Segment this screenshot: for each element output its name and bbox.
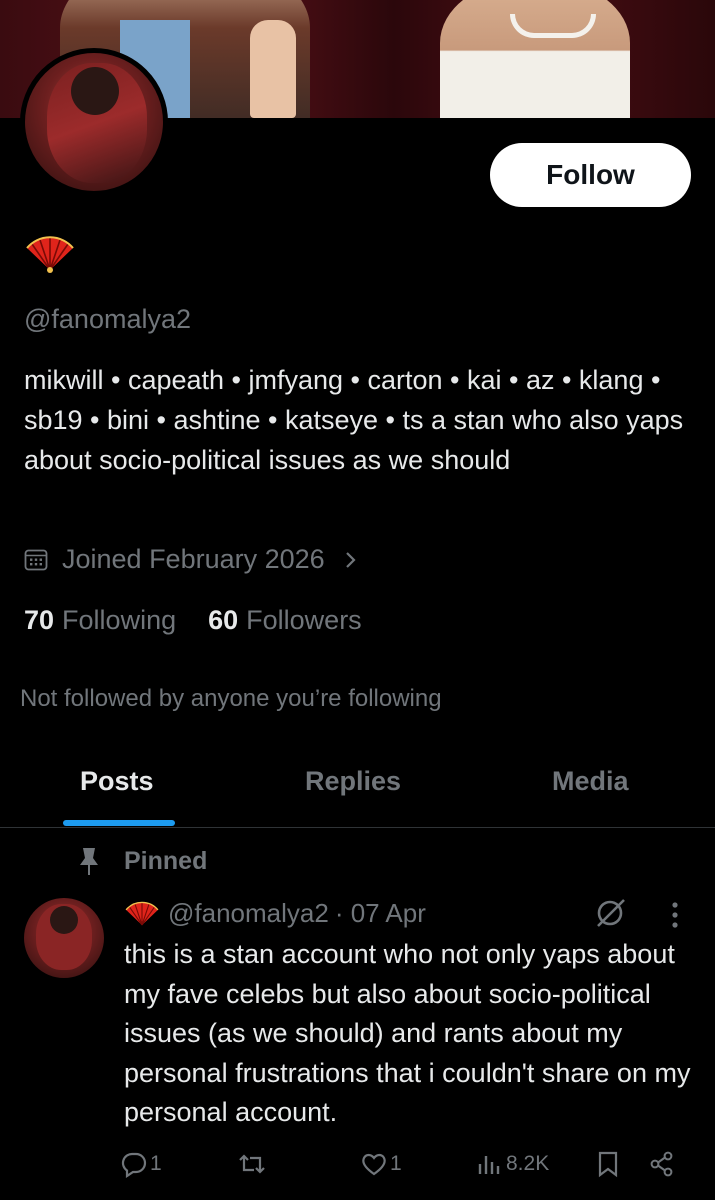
reply-count: 1: [150, 1152, 162, 1175]
not-followed-text: Not followed by anyone you’re following: [20, 685, 442, 712]
tab-posts[interactable]: Posts: [80, 766, 154, 797]
profile-handle: @fanomalya2: [24, 304, 191, 334]
post-text: this is a stan account who not only yaps…: [124, 939, 691, 1127]
active-tab-indicator: [63, 820, 175, 826]
tab-replies[interactable]: Replies: [305, 766, 401, 797]
reply-button[interactable]: 1: [120, 1150, 162, 1178]
calendar-icon: [24, 549, 48, 570]
post-header: @fanomalya2 · 07 Apr: [124, 898, 426, 929]
pinned-label: Pinned: [124, 846, 208, 875]
followers-count: 60: [208, 605, 239, 635]
repost-button[interactable]: [238, 1150, 268, 1178]
follow-stats: 70 Following 60 Followers: [24, 605, 394, 636]
grok-icon[interactable]: [594, 896, 628, 930]
tab-media[interactable]: Media: [552, 766, 629, 797]
like-count: 1: [390, 1152, 402, 1175]
chevron-right-icon: [345, 551, 356, 568]
bookmark-icon: [598, 1151, 618, 1178]
following-label: Following: [62, 605, 177, 635]
author-fan-icon: [125, 901, 159, 925]
profile-tabs: Posts Replies Media: [0, 740, 715, 828]
joined-label: Joined February 2026: [62, 544, 325, 574]
followers-link[interactable]: 60 Followers: [208, 605, 362, 636]
joined-date-row[interactable]: Joined February 2026: [24, 544, 359, 575]
share-button[interactable]: [648, 1150, 678, 1178]
post-date[interactable]: · 07 Apr: [335, 898, 426, 929]
heart-icon: [362, 1153, 386, 1176]
views-button[interactable]: 8.2K: [476, 1150, 549, 1178]
follow-button[interactable]: Follow: [490, 143, 691, 207]
banner-peace-hand: [250, 20, 296, 118]
bookmark-button[interactable]: [594, 1150, 624, 1178]
post-author-handle[interactable]: @fanomalya2: [168, 898, 329, 929]
repost-icon: [239, 1154, 265, 1174]
following-count: 70: [24, 605, 55, 635]
pinned-indicator: Pinned: [78, 846, 207, 876]
pin-icon: [80, 848, 98, 875]
post-actions: 1 1 8.2K: [120, 1150, 695, 1184]
more-options-icon[interactable]: [666, 900, 684, 930]
like-button[interactable]: 1: [360, 1150, 402, 1178]
banner-necklace: [510, 14, 596, 38]
display-name-fan-icon: [26, 236, 74, 273]
share-icon: [650, 1151, 673, 1177]
post-author-avatar[interactable]: [24, 898, 104, 978]
profile-avatar[interactable]: [20, 48, 168, 196]
following-link[interactable]: 70 Following: [24, 605, 176, 636]
profile-bio: mikwill • capeath • jmfyang • carton • k…: [24, 365, 684, 475]
views-icon: [478, 1156, 500, 1174]
views-count: 8.2K: [506, 1152, 550, 1175]
avatar-head: [71, 67, 119, 115]
post-avatar-head: [50, 906, 78, 934]
followers-label: Followers: [246, 605, 362, 635]
reply-icon: [121, 1152, 147, 1178]
